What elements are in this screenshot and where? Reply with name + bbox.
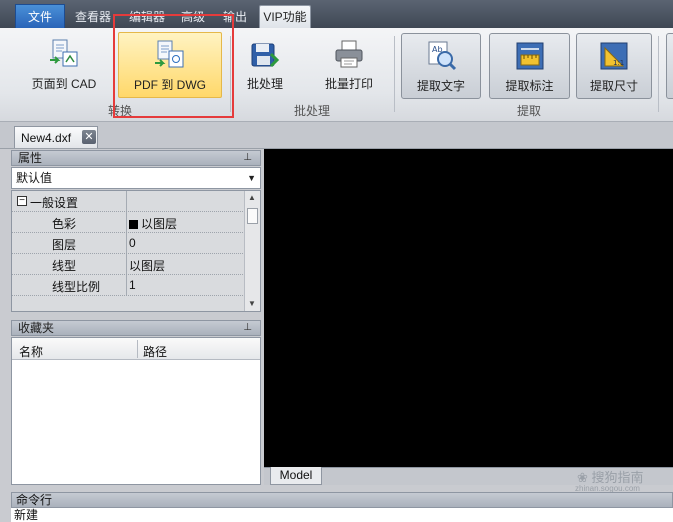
- properties-title-label: 属性: [18, 151, 43, 165]
- close-icon[interactable]: ✕: [82, 130, 96, 144]
- drawing-canvas[interactable]: [264, 149, 673, 467]
- extract-size-button[interactable]: 1:1 提取尺寸: [576, 33, 652, 99]
- tab-file[interactable]: 文件: [15, 4, 65, 28]
- column-divider: [126, 212, 127, 232]
- document-tab-label: New4.dxf: [21, 131, 72, 145]
- ribbon-separator: [658, 36, 659, 112]
- properties-panel-title: 属性 ⊥: [11, 150, 261, 166]
- property-row-linetype-scale[interactable]: 线型比例 1: [12, 275, 243, 296]
- batch-print-label: 批量打印: [324, 77, 373, 91]
- batch-label: 批处理: [246, 77, 283, 91]
- menu-bar: 文件 查看器 编辑器 高级 输出 VIP功能: [0, 0, 673, 28]
- favorites-header: 名称 路径: [12, 338, 260, 360]
- page-to-cad-label: 页面到 CAD: [31, 77, 97, 91]
- property-value[interactable]: 以图层: [129, 215, 177, 232]
- column-divider[interactable]: [137, 340, 138, 358]
- column-divider: [126, 191, 127, 211]
- printer-icon: [335, 40, 363, 68]
- color-swatch-icon: [129, 220, 138, 229]
- extract-dimension-label: 提取标注: [505, 79, 554, 93]
- tab-vip[interactable]: VIP功能: [259, 5, 311, 28]
- property-name: 线型比例: [52, 280, 101, 294]
- property-name: 图层: [52, 238, 77, 252]
- property-name: 色彩: [52, 217, 77, 231]
- property-value[interactable]: 以图层: [129, 257, 165, 274]
- group-label-extract: 提取: [517, 104, 542, 118]
- page-to-cad-icon: [50, 39, 78, 67]
- scroll-down-icon[interactable]: ▼: [248, 299, 256, 308]
- column-header-path[interactable]: 路径: [143, 343, 167, 360]
- page-to-cad-button[interactable]: 页面到 CAD: [22, 32, 106, 98]
- property-value[interactable]: 0: [129, 236, 136, 250]
- watermark-text: 搜狗指南: [591, 470, 644, 485]
- tab-viewer[interactable]: 查看器: [70, 6, 116, 28]
- property-row-color[interactable]: 色彩 以图层: [12, 212, 243, 233]
- paw-icon: ❀: [577, 470, 588, 485]
- command-line-output[interactable]: 新建: [11, 508, 673, 522]
- collapse-icon[interactable]: −: [17, 196, 27, 206]
- scale-triangle-icon: 1:1: [600, 42, 628, 70]
- column-header-name[interactable]: 名称: [19, 343, 43, 360]
- svg-text:1:1: 1:1: [613, 59, 624, 67]
- property-scrollbar[interactable]: ▲ ▼: [244, 191, 260, 311]
- command-line-title: 命令行: [11, 492, 673, 508]
- pin-icon[interactable]: ⊥: [243, 321, 252, 335]
- more-ribbon-button[interactable]: [666, 33, 673, 99]
- column-divider: [126, 275, 127, 295]
- floppy-disk-icon: [251, 43, 280, 68]
- ruler-dimension-icon: [516, 42, 543, 70]
- document-tab[interactable]: New4.dxf ✕: [14, 126, 98, 148]
- batch-button[interactable]: 批处理: [240, 32, 290, 98]
- extract-text-button[interactable]: Ab 提取文字: [401, 33, 481, 99]
- column-divider: [126, 233, 127, 253]
- property-value-text: 以图层: [141, 217, 178, 231]
- column-divider: [126, 254, 127, 274]
- property-name: 线型: [52, 259, 77, 273]
- favorites-list[interactable]: 名称 路径: [11, 337, 261, 485]
- property-row-linetype[interactable]: 线型 以图层: [12, 254, 243, 275]
- favorites-title-label: 收藏夹: [18, 321, 55, 335]
- scrollbar-thumb[interactable]: [247, 208, 258, 224]
- favorites-panel-title: 收藏夹 ⊥: [11, 320, 261, 336]
- property-grid: − 一般设置 色彩 以图层 图层 0 线型 以图层 线型比例 1 ▲ ▼: [11, 190, 261, 312]
- chevron-down-icon[interactable]: ▼: [247, 168, 256, 188]
- extract-dimension-button[interactable]: 提取标注: [489, 33, 570, 99]
- properties-selector[interactable]: 默认值 ▼: [11, 167, 261, 189]
- property-row-layer[interactable]: 图层 0: [12, 233, 243, 254]
- pin-icon[interactable]: ⊥: [243, 151, 252, 165]
- property-value[interactable]: 1: [129, 278, 136, 292]
- ribbon: 页面到 CAD PDF 到 DWG 批处理 批量打印 Ab 提取文字 提取标注 …: [0, 28, 673, 122]
- batch-print-button[interactable]: 批量打印: [318, 32, 380, 98]
- property-group-label: 一般设置: [30, 196, 79, 210]
- property-group-general[interactable]: − 一般设置: [12, 191, 243, 212]
- ribbon-separator: [394, 36, 395, 112]
- group-label-batch: 批处理: [294, 104, 331, 118]
- document-tab-bar: New4.dxf ✕: [0, 122, 673, 149]
- extract-text-label: 提取文字: [416, 79, 465, 93]
- model-tab[interactable]: Model: [270, 467, 322, 485]
- properties-selector-value: 默认值: [16, 171, 53, 185]
- magnifier-text-icon: Ab: [428, 41, 457, 71]
- red-highlight-box: [113, 14, 234, 118]
- extract-size-label: 提取尺寸: [589, 79, 638, 93]
- scroll-up-icon[interactable]: ▲: [248, 193, 256, 202]
